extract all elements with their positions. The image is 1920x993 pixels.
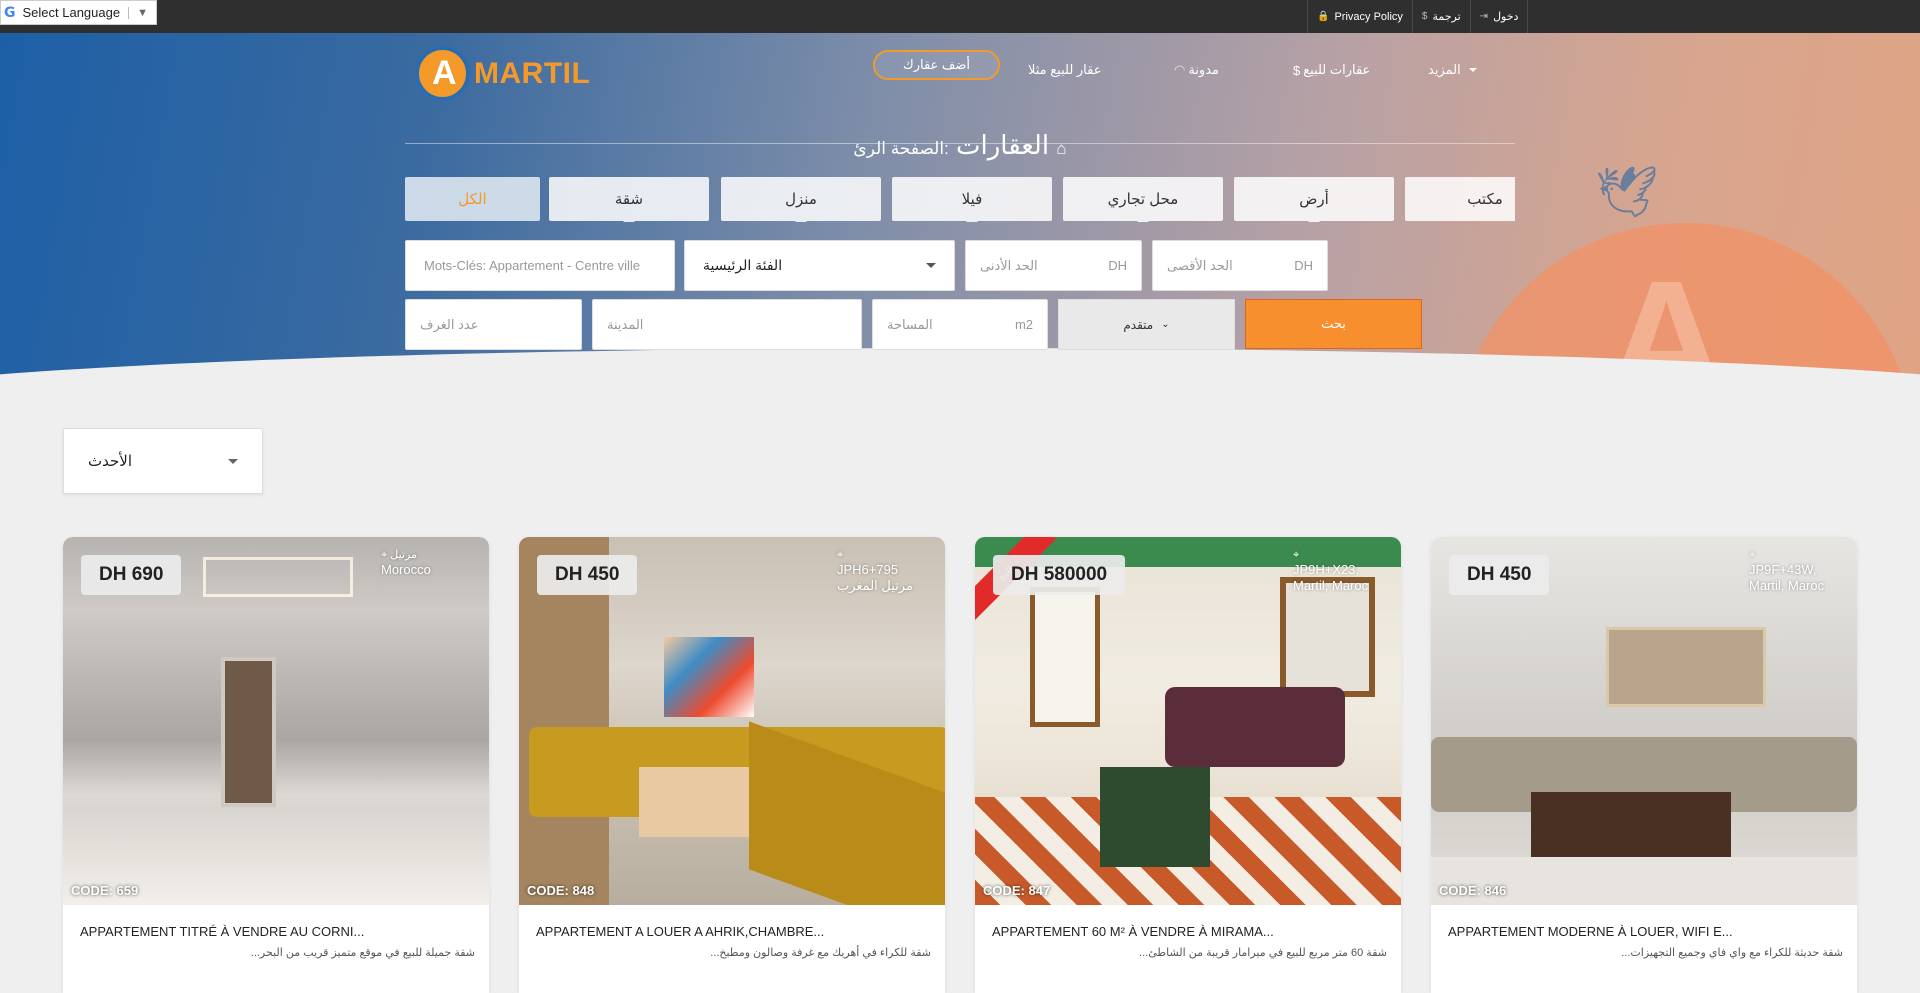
listing-title[interactable]: APPARTEMENT TITRÉ À VENDRE AU CORNI... — [80, 924, 364, 939]
map-pin-icon: ⌖ — [837, 549, 844, 561]
chevron-down-icon — [1468, 68, 1477, 72]
tab-villa[interactable]: فيلا — [892, 177, 1052, 222]
tab-apartment[interactable]: شقة — [549, 177, 709, 222]
dollar-icon: $ — [1293, 62, 1301, 78]
site-logo[interactable]: MARTIL — [415, 46, 590, 101]
listing-code: CODE: 659 — [71, 883, 139, 898]
login-link[interactable]: ⇥ دخول — [1469, 0, 1529, 33]
chevron-down-icon — [926, 263, 936, 268]
listing-location: ⌖ JP9F+43W, Martil, Maroc — [1749, 549, 1839, 593]
tab-all[interactable]: الكل — [405, 177, 540, 221]
listing-price: DH 580000 — [993, 555, 1126, 595]
listing-card[interactable]: للبيع DH 580000 ⌖JP9H+X23, Martil, Maroc… — [975, 537, 1401, 993]
home-icon: ⌂ — [1056, 139, 1067, 158]
nav-add-property[interactable]: أضف عقارك — [873, 50, 1001, 80]
listing-code: CODE: 848 — [527, 883, 595, 898]
language-select-label: Select Language — [22, 5, 121, 20]
listing-card[interactable]: DH 450 ⌖ JP9F+43W, Martil, Maroc CODE: 84… — [1431, 537, 1857, 993]
rss-icon: ◠ — [1174, 62, 1186, 77]
map-pin-icon: ⌖ مرتيل — [381, 549, 417, 561]
page-title: العقارات :الصفحة الرئ ⌂ — [853, 130, 1067, 160]
logo-mark-icon — [415, 46, 470, 101]
listing-price: DH 450 — [537, 555, 638, 595]
keywords-input[interactable]: Mots-Clés: Appartement - Centre ville — [405, 240, 675, 291]
sign-in-icon: ⇥ — [1479, 11, 1489, 22]
listing-location: ⌖ JP9H+X23, Martil, Maroc — [1293, 549, 1383, 593]
map-pin-icon: ⌖ — [1749, 549, 1756, 561]
tab-office[interactable]: مكتب — [1405, 177, 1515, 221]
listing-card[interactable]: DH 450 ⌖ JPH6+795 مرتيل المغرب CODE: 848 A… — [519, 537, 945, 993]
nav-link-sale[interactable]: $ عقارات للبيع — [1293, 55, 1370, 85]
chevron-down-icon: ⌄ — [1161, 319, 1170, 330]
nav-link-blog[interactable]: ◠ مدونة — [1174, 55, 1219, 85]
breadcrumb: :الصفحة الرئ — [853, 139, 949, 158]
listing-description: شقة للكراء في أهريك مع غرفة وصالون ومطبخ… — [710, 947, 931, 959]
min-price-input[interactable]: الحد الأدنى DH — [965, 240, 1142, 291]
bedrooms-input[interactable]: عدد الغرف — [405, 299, 582, 350]
tab-house[interactable]: منزل — [721, 177, 881, 222]
dropdown-arrow-icon: ▼ — [128, 6, 156, 19]
listing-location: ⌖ مرتيل Morocco — [381, 549, 471, 578]
listing-location: ⌖ JPH6+795 مرتيل المغرب — [837, 549, 927, 593]
map-pin-icon: ⌖ — [1293, 549, 1300, 561]
google-icon: G — [4, 4, 16, 21]
tab-shop[interactable]: محل تجاري — [1063, 177, 1223, 222]
listing-code: CODE: 847 — [983, 883, 1051, 898]
listing-title[interactable]: APPARTEMENT MODERNE À LOUER, WIFI E... — [1448, 924, 1733, 939]
privacy-policy-link[interactable]: 🔒 Privacy Policy — [1307, 0, 1412, 33]
search-button[interactable]: بحث — [1245, 299, 1422, 349]
advanced-search-toggle[interactable]: متقدم ⌄ — [1058, 299, 1235, 350]
property-type-tabs: الكل شقة منزل فيلا محل تجاري أرض مكتب — [405, 177, 1515, 222]
nav-more-dropdown[interactable]: المزيد — [1428, 55, 1477, 85]
tab-land[interactable]: أرض — [1234, 177, 1394, 222]
dollar-icon: $ — [1421, 11, 1428, 22]
sort-select[interactable]: الأحدث — [63, 428, 263, 494]
city-input[interactable]: المدينة — [592, 299, 862, 350]
bird-icon: 🕊 — [1595, 164, 1659, 220]
listing-price: DH 690 — [81, 555, 182, 595]
top-links: 🔒 Privacy Policy $ ترجمة ⇥ دخول — [1307, 0, 1529, 33]
listing-code: CODE: 846 — [1439, 883, 1507, 898]
listing-description: شقة 60 متر مربع للبيع في ميرامار قريبة م… — [1139, 947, 1387, 959]
listing-price: DH 450 — [1449, 555, 1550, 595]
language-select[interactable]: G Select Language ▼ — [0, 0, 157, 25]
chevron-down-icon — [228, 458, 238, 464]
max-price-input[interactable]: الحد الأقصى DH — [1152, 240, 1328, 291]
listing-title[interactable]: APPARTEMENT 60 M² À VENDRE À MIRAMA... — [992, 924, 1274, 939]
area-input[interactable]: المساحة m2 — [872, 299, 1048, 350]
listing-card[interactable]: DH 690 ⌖ مرتيل Morocco CODE: 659 APPARTEM… — [63, 537, 489, 993]
lock-icon: 🔒 — [1317, 11, 1330, 22]
listing-description: شقة حديثة للكراء مع واي فاي وجميع التجهي… — [1621, 947, 1843, 959]
listing-title[interactable]: APPARTEMENT A LOUER A AHRIK,CHAMBRE... — [536, 924, 824, 939]
nav-link-1[interactable]: عقار للبيع مثلا — [1028, 55, 1101, 85]
currency-link[interactable]: $ ترجمة — [1411, 0, 1470, 33]
brand-name: MARTIL — [474, 56, 591, 90]
add-property-button[interactable]: أضف عقارك — [873, 50, 1001, 80]
listing-description: شقة جميلة للبيع في موقع متميز قريب من ال… — [250, 947, 475, 959]
top-bar: G Select Language ▼ 🔒 Privacy Policy $ ترج… — [0, 0, 1920, 33]
category-select[interactable]: الفئة الرئيسية — [684, 240, 955, 291]
